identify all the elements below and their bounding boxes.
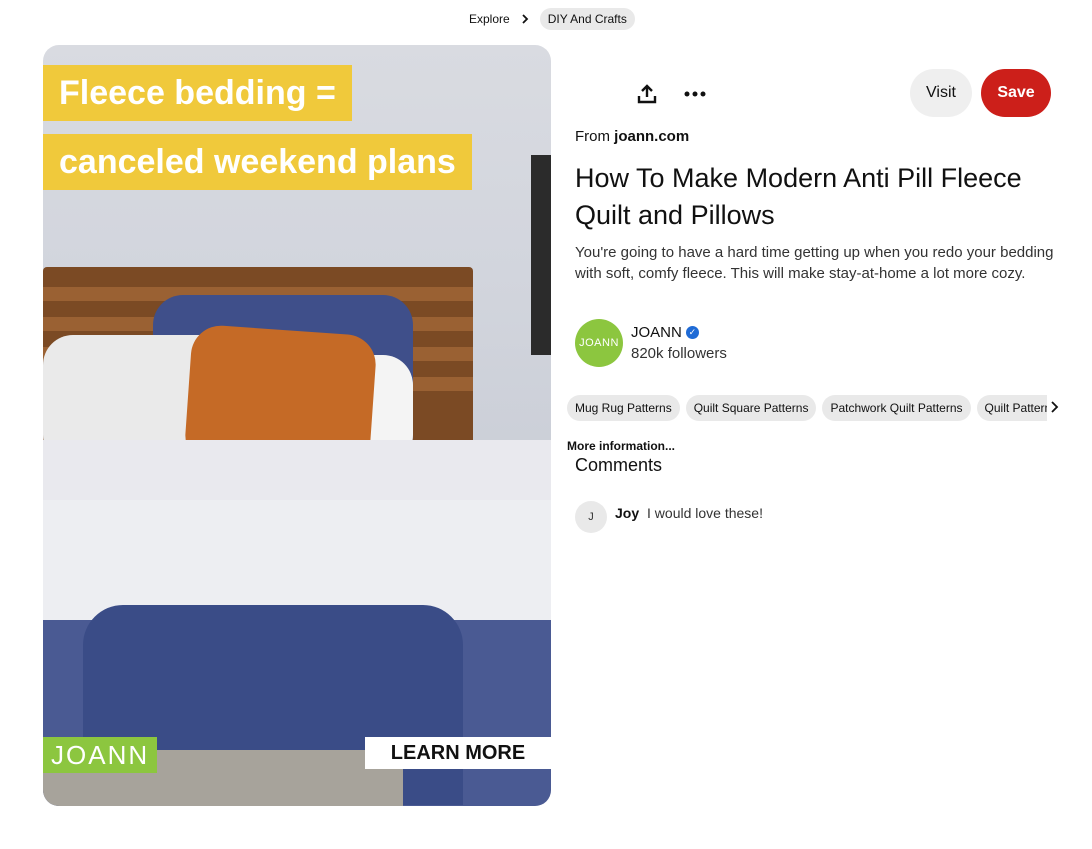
author-name-row[interactable]: JOANN ✓ [631,324,699,341]
comment: Joy I would love these! [615,505,763,521]
tag-chip[interactable]: Patchwork Quilt Patterns [822,395,971,421]
brand-logo: JOANN [43,737,158,773]
comment-author[interactable]: Joy [615,505,639,521]
author-avatar[interactable]: JOANN [575,319,623,367]
verified-icon: ✓ [685,326,699,339]
visit-button[interactable]: Visit [910,69,972,117]
headline-line1: Fleece bedding = [43,65,352,121]
tag-chip[interactable]: Quilt Square Patterns [685,395,817,421]
breadcrumb: Explore DIY And Crafts [469,8,635,30]
breadcrumb-category[interactable]: DIY And Crafts [539,8,635,30]
headline-line2: canceled weekend plans [43,134,472,190]
source-domain[interactable]: joann.com [614,128,689,145]
comment-text: I would love these! [647,505,763,521]
picture-frame [531,155,551,355]
pin-description: You're going to have a hard time getting… [575,244,1054,282]
more-information-link[interactable]: More information... [567,439,675,453]
duvet-pattern [43,500,551,620]
author-name[interactable]: JOANN [631,324,682,341]
comments-heading: Comments [575,455,663,475]
comment-avatar[interactable]: J [575,501,607,533]
tag-chip[interactable]: Mug Rug Patterns [567,395,680,421]
source-line: From joann.com [575,128,689,145]
duvet-band [43,440,551,500]
share-icon[interactable] [633,80,661,108]
breadcrumb-explore[interactable]: Explore [469,12,510,26]
more-options-icon[interactable] [681,80,709,108]
tag-chip[interactable]: Quilt Patterns [976,395,1047,421]
chevron-right-icon[interactable] [1049,399,1061,415]
pin-image[interactable]: Fleece bedding = canceled weekend plans … [43,45,551,806]
save-button[interactable]: Save [981,69,1051,117]
learn-more-button[interactable]: LEARN MORE [365,737,551,769]
related-tags: Mug Rug Patterns Quilt Square Patterns P… [567,395,1047,421]
pin-title: How To Make Modern Anti Pill Fleece Quil… [575,163,1022,230]
author-followers: 820k followers [631,345,727,362]
chevron-right-icon [522,14,528,24]
source-prefix: From [575,128,610,145]
